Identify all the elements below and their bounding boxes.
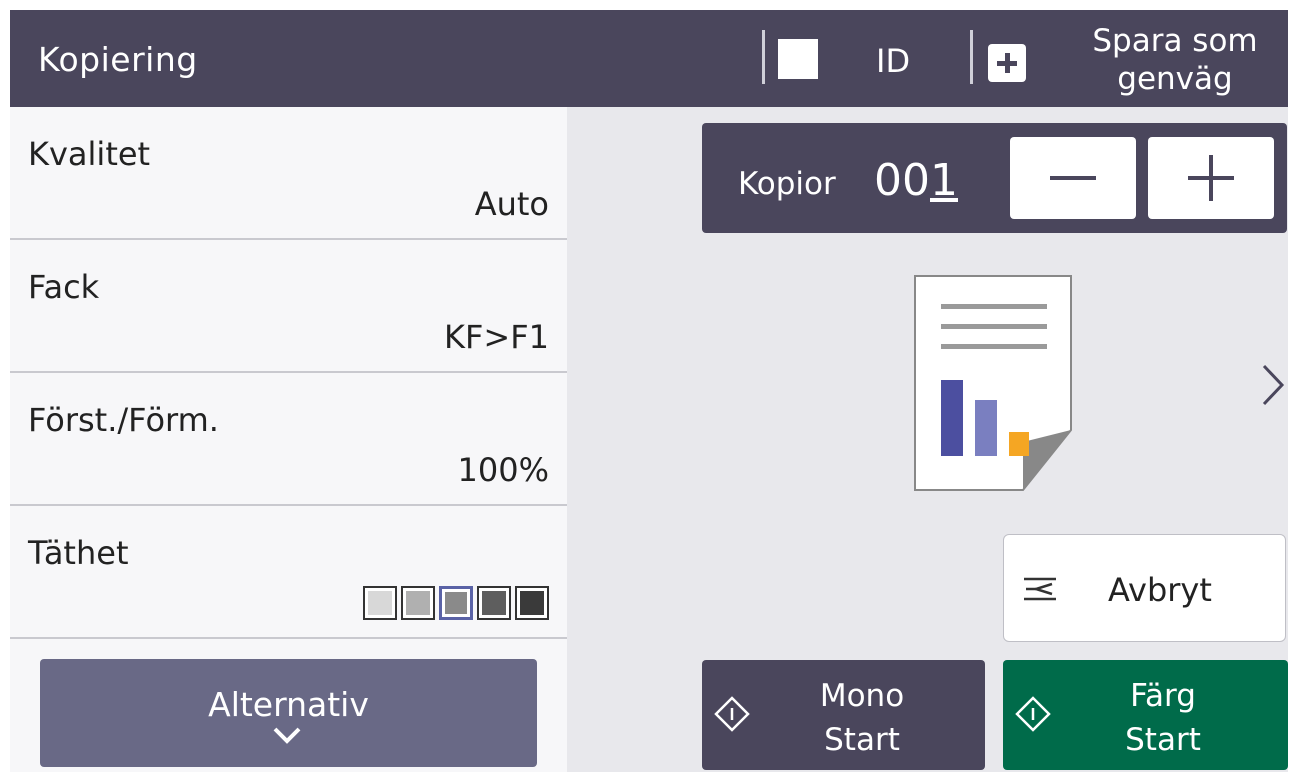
color-start-button[interactable]: Färg Start: [1003, 660, 1288, 770]
density-step: [363, 586, 397, 620]
divider: [762, 30, 765, 84]
cancel-label: Avbryt: [1108, 571, 1212, 609]
start-diamond-icon: [714, 696, 750, 732]
copies-value[interactable]: 001: [874, 155, 958, 206]
setting-label: Fack: [28, 268, 100, 306]
density-step: [477, 586, 511, 620]
options-button[interactable]: Alternativ: [40, 659, 537, 767]
copies-counter: Kopior 001: [702, 123, 1287, 233]
document-preview-icon: [914, 275, 1072, 491]
copies-label: Kopior: [738, 166, 836, 202]
setting-row-tray[interactable]: Fack KF>F1: [10, 240, 567, 373]
density-step-selected: [439, 586, 473, 620]
checkbox-icon[interactable]: [778, 39, 818, 79]
save-shortcut-line2: genväg: [1117, 61, 1233, 97]
mono-start-label: Mono Start: [762, 674, 962, 762]
save-shortcut-label: Spara som genväg: [1070, 22, 1280, 98]
setting-value: 100%: [457, 451, 549, 489]
setting-row-density[interactable]: Täthet: [10, 506, 567, 639]
mono-start-line2: Start: [824, 722, 900, 758]
reset-settings-icon: [1024, 577, 1056, 601]
setting-row-enlarge-reduce[interactable]: Först./Förm. 100%: [10, 373, 567, 506]
chevron-right-icon[interactable]: [1260, 362, 1286, 408]
setting-value: KF>F1: [444, 318, 549, 356]
decrease-copies-button[interactable]: [1010, 137, 1136, 219]
divider: [970, 30, 973, 84]
color-start-line1: Färg: [1130, 678, 1196, 714]
id-copy-label: ID: [876, 42, 911, 80]
setting-row-quality[interactable]: Kvalitet Auto: [10, 107, 567, 240]
setting-label: Täthet: [28, 534, 129, 572]
increase-copies-button[interactable]: [1148, 137, 1274, 219]
start-diamond-icon: [1015, 696, 1051, 732]
setting-label: Kvalitet: [28, 135, 151, 173]
add-shortcut-icon: [988, 44, 1026, 82]
page-title: Kopiering: [38, 40, 198, 79]
copies-value-cursor-digit: 1: [930, 155, 958, 206]
settings-list: Kvalitet Auto Fack KF>F1 Först./Förm. 10…: [10, 107, 567, 772]
color-start-label: Färg Start: [1063, 674, 1263, 762]
copies-value-digits: 00: [874, 155, 930, 206]
mono-start-button[interactable]: Mono Start: [702, 660, 985, 770]
density-step: [515, 586, 549, 620]
density-step: [401, 586, 435, 620]
setting-value: Auto: [474, 185, 549, 223]
options-label: Alternativ: [208, 685, 369, 724]
color-start-line2: Start: [1125, 722, 1201, 758]
minus-icon: [1050, 176, 1096, 180]
mono-start-line1: Mono: [819, 678, 905, 714]
header-bar: Kopiering ID Spara som genväg: [10, 10, 1288, 107]
cancel-button[interactable]: Avbryt: [1003, 534, 1286, 642]
save-shortcut-line1: Spara som: [1092, 23, 1258, 59]
chevron-down-icon: [273, 727, 301, 744]
copy-screen: Kopiering ID Spara som genväg Kvalitet A…: [10, 10, 1288, 772]
density-indicator: [363, 586, 549, 620]
setting-label: Först./Förm.: [28, 401, 219, 439]
